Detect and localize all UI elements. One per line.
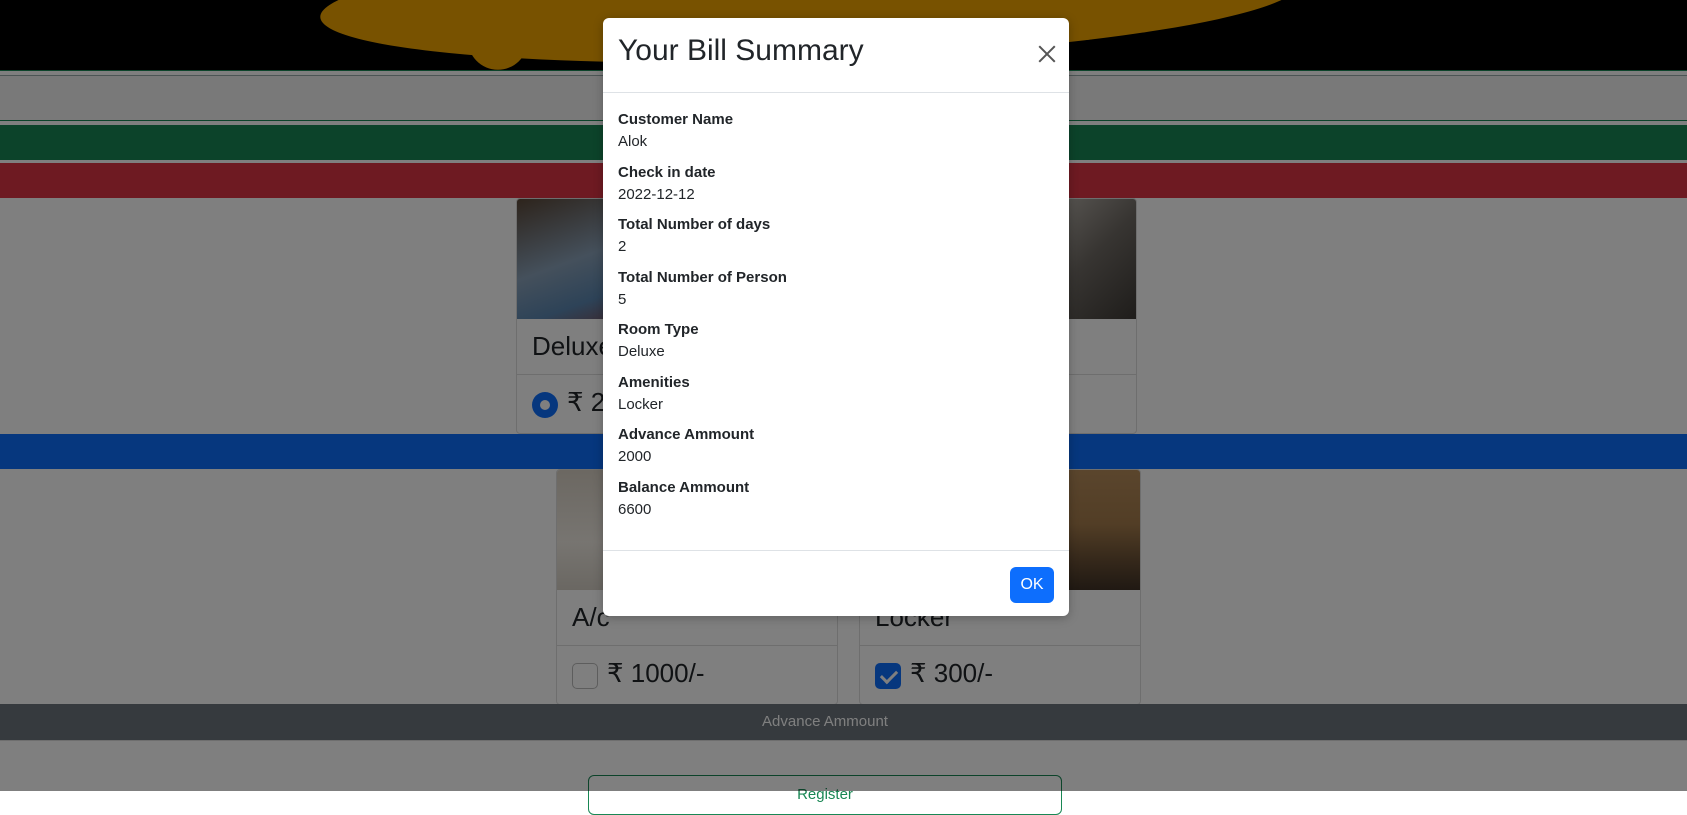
bill-field-room-type: Room Type Deluxe — [618, 320, 1054, 373]
field-value: 2022-12-12 — [618, 185, 695, 203]
bill-field-check-in-date: Check in date 2022-12-12 — [618, 163, 1054, 216]
field-label: Total Number of Person — [618, 268, 787, 286]
modal-header: Your Bill Summary — [603, 18, 1069, 93]
bill-field-total-days: Total Number of days 2 — [618, 215, 1054, 268]
field-value: Alok — [618, 133, 648, 150]
modal-footer: OK — [603, 550, 1069, 617]
bill-field-balance-amount: Balance Ammount 6600 — [618, 478, 1054, 531]
bill-field-advance-amount: Advance Ammount 2000 — [618, 425, 1054, 478]
bill-field-total-persons: Total Number of Person 5 — [618, 268, 1054, 321]
ok-button[interactable]: OK — [1010, 567, 1054, 603]
field-label: Balance Ammount — [618, 478, 750, 496]
bill-field-customer-name: Customer Name Alok — [618, 110, 1054, 163]
field-label: Room Type — [618, 321, 699, 338]
field-value: 2 — [618, 238, 627, 255]
field-value: 2000 — [618, 448, 652, 465]
field-label: Advance Ammount — [618, 426, 755, 443]
page: Deluxe ₹ 2 A/c ₹ 1000/- Locker ₹ 300/- A… — [0, 0, 1687, 815]
field-value: 5 — [618, 290, 627, 308]
modal-title: Your Bill Summary — [618, 34, 864, 67]
field-label: Amenities — [618, 373, 690, 391]
field-value: 6600 — [618, 500, 652, 518]
bill-summary-modal: Your Bill Summary Customer Name Alok Che… — [603, 18, 1069, 616]
field-label: Customer Name — [618, 111, 734, 128]
field-label: Total Number of days — [618, 216, 771, 233]
field-value: Locker — [618, 395, 664, 413]
field-label: Check in date — [618, 163, 716, 181]
modal-body: Customer Name Alok Check in date 2022-12… — [618, 110, 1054, 530]
bill-field-amenities: Amenities Locker — [618, 373, 1054, 426]
close-icon[interactable] — [1035, 42, 1059, 66]
field-value: Deluxe — [618, 343, 665, 360]
